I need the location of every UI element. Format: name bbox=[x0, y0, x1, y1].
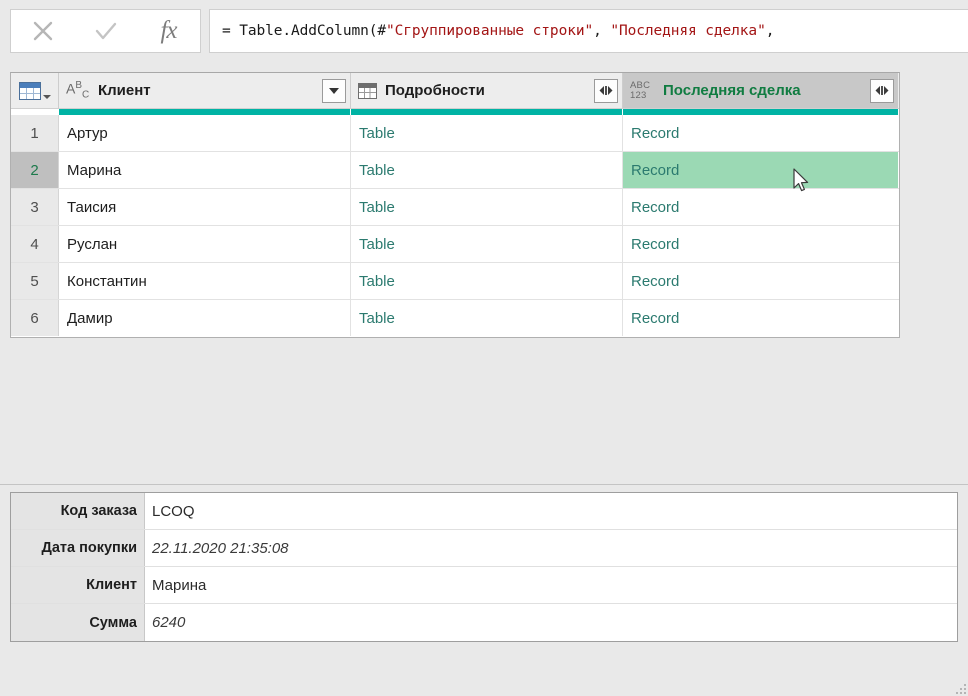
cell-last-deal[interactable]: Record bbox=[623, 226, 898, 262]
row-number[interactable]: 4 bbox=[11, 226, 59, 262]
formula-buttons: fx bbox=[10, 8, 201, 53]
table-row[interactable]: 5 Константин Table Record bbox=[11, 263, 899, 300]
cell-details[interactable]: Table bbox=[351, 152, 623, 188]
table-row[interactable]: 1 Артур Table Record bbox=[11, 115, 899, 152]
cell-client[interactable]: Марина bbox=[59, 152, 351, 188]
detail-field-value: 6240 bbox=[152, 614, 186, 631]
row-number[interactable]: 6 bbox=[11, 300, 59, 336]
cell-last-deal[interactable]: Record bbox=[623, 152, 898, 188]
table-type-icon bbox=[358, 82, 377, 99]
cell-last-deal[interactable]: Record bbox=[623, 263, 898, 299]
detail-row: Дата покупки 22.11.2020 21:35:08 bbox=[11, 530, 957, 567]
detail-field-value: 22.11.2020 21:35:08 bbox=[152, 539, 289, 557]
column-header-last-deal[interactable]: ABC 123 Последняя сделка bbox=[623, 73, 898, 108]
detail-field-value: LCOQ bbox=[152, 502, 195, 520]
any-type-icon: ABC 123 bbox=[630, 80, 651, 101]
detail-row: Сумма 6240 bbox=[11, 604, 957, 641]
cell-last-deal[interactable]: Record bbox=[623, 189, 898, 225]
table-row[interactable]: 6 Дамир Table Record bbox=[11, 300, 899, 337]
table-row[interactable]: 3 Таисия Table Record bbox=[11, 189, 899, 226]
table-row[interactable]: 2 Марина Table Record bbox=[11, 152, 899, 189]
cell-details[interactable]: Table bbox=[351, 263, 623, 299]
detail-row: Клиент Марина bbox=[11, 567, 957, 604]
detail-field-label: Дата покупки bbox=[11, 530, 145, 566]
row-number[interactable]: 5 bbox=[11, 263, 59, 299]
table-select-all-icon bbox=[18, 81, 51, 100]
cell-details[interactable]: Table bbox=[351, 226, 623, 262]
row-number[interactable]: 3 bbox=[11, 189, 59, 225]
column-header-last-deal-label: Последняя сделка bbox=[663, 82, 801, 99]
text-type-icon: ABC bbox=[66, 79, 90, 101]
fx-icon[interactable]: fx bbox=[137, 10, 200, 52]
cell-details[interactable]: Table bbox=[351, 300, 623, 336]
detail-field-value: Марина bbox=[152, 576, 207, 594]
table-row[interactable]: 4 Руслан Table Record bbox=[11, 226, 899, 263]
cell-client[interactable]: Константин bbox=[59, 263, 351, 299]
power-query-editor: fx = Table.AddColumn(#"Сгруппированные с… bbox=[0, 0, 968, 696]
cell-last-deal[interactable]: Record bbox=[623, 300, 898, 336]
expand-columns-icon-details[interactable] bbox=[594, 78, 618, 103]
data-grid: ABC Клиент Подробности ABC 123 Последняя… bbox=[10, 72, 900, 338]
cell-client[interactable]: Руслан bbox=[59, 226, 351, 262]
cancel-icon[interactable] bbox=[11, 10, 74, 52]
column-header-details[interactable]: Подробности bbox=[351, 73, 623, 108]
column-header-details-label: Подробности bbox=[385, 82, 485, 99]
detail-field-label: Клиент bbox=[11, 567, 145, 603]
cell-last-deal[interactable]: Record bbox=[623, 115, 898, 151]
detail-row: Код заказа LCOQ bbox=[11, 493, 957, 530]
select-all-corner-button[interactable] bbox=[11, 73, 59, 108]
filter-dropdown-icon-client[interactable] bbox=[322, 78, 346, 103]
detail-field-label: Код заказа bbox=[11, 493, 145, 529]
formula-bar: fx = Table.AddColumn(#"Сгруппированные с… bbox=[0, 0, 968, 61]
expand-columns-icon-last-deal[interactable] bbox=[870, 78, 894, 103]
cell-details[interactable]: Table bbox=[351, 189, 623, 225]
grid-header-row: ABC Клиент Подробности ABC 123 Последняя… bbox=[11, 73, 899, 109]
cell-client[interactable]: Дамир bbox=[59, 300, 351, 336]
column-header-client[interactable]: ABC Клиент bbox=[59, 73, 351, 108]
resize-grip[interactable] bbox=[952, 680, 966, 694]
cell-client[interactable]: Таисия bbox=[59, 189, 351, 225]
formula-input[interactable]: = Table.AddColumn(#"Сгруппированные стро… bbox=[209, 8, 968, 53]
row-number[interactable]: 2 bbox=[11, 152, 59, 188]
cell-client[interactable]: Артур bbox=[59, 115, 351, 151]
column-header-client-label: Клиент bbox=[98, 82, 151, 99]
cell-details[interactable]: Table bbox=[351, 115, 623, 151]
grid-body: 1 Артур Table Record 2 Марина Table Record 3 Таис… bbox=[11, 115, 899, 337]
formula-text: = Table.AddColumn(#"Сгруппированные стро… bbox=[222, 22, 775, 39]
detail-field-label: Сумма bbox=[11, 604, 145, 641]
record-detail-panel: Код заказа LCOQ Дата покупки 22.11.2020 21:… bbox=[10, 492, 958, 642]
accept-icon[interactable] bbox=[74, 10, 137, 52]
row-number[interactable]: 1 bbox=[11, 115, 59, 151]
panel-divider bbox=[0, 484, 968, 485]
